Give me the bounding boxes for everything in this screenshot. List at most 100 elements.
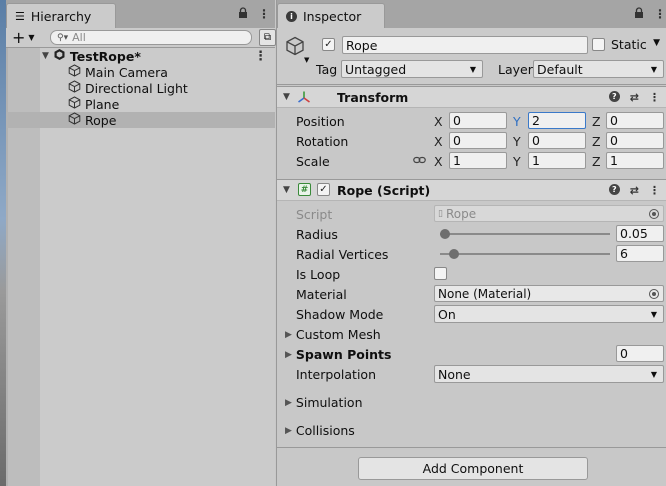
hierarchy-panel: ☰ Hierarchy ⋮ + ▼ ⚲▾ ⧉ ▼ TestRope* ⋮ xyxy=(0,0,276,486)
material-value: None (Material) xyxy=(438,286,532,301)
hierarchy-item-main-camera[interactable]: Main Camera xyxy=(6,64,275,80)
interpolation-label: Interpolation xyxy=(296,367,376,382)
object-picker-icon[interactable] xyxy=(649,288,659,299)
radius-slider-knob[interactable] xyxy=(440,229,451,239)
rotation-z-field[interactable]: 0 xyxy=(606,132,664,149)
static-toggle[interactable]: Static xyxy=(592,37,647,52)
gameobject-cube-icon xyxy=(68,64,81,80)
add-component-button[interactable]: Add Component xyxy=(358,457,588,480)
spawn-points-foldout[interactable]: ▶ Spawn Points xyxy=(285,347,391,362)
kebab-menu-icon[interactable]: ⋮ xyxy=(654,7,666,21)
collisions-foldout[interactable]: ▶ Collisions xyxy=(285,423,355,438)
scale-x-field[interactable]: 1 xyxy=(449,152,507,169)
script-label: Script xyxy=(296,207,333,222)
axis-x-label[interactable]: X xyxy=(434,114,443,129)
rope-script-title: Rope (Script) xyxy=(337,182,431,198)
hierarchy-item-rope[interactable]: Rope xyxy=(6,112,275,128)
component-enabled-checkbox[interactable]: ✓ xyxy=(317,183,330,196)
kebab-menu-icon[interactable]: ⋮ xyxy=(649,91,660,104)
component-divider xyxy=(277,447,666,448)
search-input[interactable] xyxy=(72,31,243,44)
radial-vertices-field[interactable]: 6 xyxy=(616,245,664,262)
rotation-x-field[interactable]: 0 xyxy=(449,132,507,149)
chevron-down-icon: ▼ xyxy=(650,309,657,319)
gameobject-header: ▼ ✓ Rope Static ▼ Tag Untagged ▼ Layer D… xyxy=(277,28,666,85)
tab-hierarchy[interactable]: ☰ Hierarchy xyxy=(6,3,116,28)
fold-triangle-icon[interactable]: ▶ xyxy=(285,330,292,340)
help-icon[interactable]: ? xyxy=(608,90,620,102)
presets-icon[interactable]: ⇄ xyxy=(630,184,639,197)
static-dropdown-icon[interactable]: ▼ xyxy=(653,38,660,48)
hierarchy-item-label: Main Camera xyxy=(85,64,168,80)
material-field[interactable]: None (Material) xyxy=(434,285,664,302)
object-name-field[interactable]: Rope xyxy=(342,36,588,54)
chevron-down-icon[interactable]: ▼ xyxy=(304,56,309,64)
interpolation-value: None xyxy=(438,366,471,382)
lock-icon[interactable] xyxy=(238,7,248,21)
presets-icon[interactable]: ⇄ xyxy=(630,91,639,104)
radius-field[interactable]: 0.05 xyxy=(616,225,664,242)
axis-y-label[interactable]: Y xyxy=(513,154,521,169)
help-icon[interactable]: ? xyxy=(608,183,620,195)
position-y-field[interactable]: 2 xyxy=(528,112,586,129)
kebab-menu-icon[interactable]: ⋮ xyxy=(258,7,270,21)
position-z-field[interactable]: 0 xyxy=(606,112,664,129)
static-checkbox[interactable] xyxy=(592,38,605,51)
kebab-menu-icon[interactable]: ⋮ xyxy=(649,184,660,197)
scene-menu-icon[interactable]: ⋮ xyxy=(254,49,267,64)
gameobject-icon[interactable] xyxy=(285,36,305,59)
fold-triangle-icon[interactable]: ▼ xyxy=(283,185,290,195)
axis-x-label[interactable]: X xyxy=(434,154,443,169)
active-checkbox[interactable]: ✓ xyxy=(322,38,335,51)
simulation-foldout[interactable]: ▶ Simulation xyxy=(285,395,363,410)
transform-header[interactable]: ▼ Transform ? ⇄ ⋮ xyxy=(277,86,666,108)
shadow-mode-dropdown[interactable]: On ▼ xyxy=(434,305,664,323)
create-button[interactable]: + ▼ xyxy=(6,28,42,47)
hierarchy-item-plane[interactable]: Plane xyxy=(6,96,275,112)
scale-z-field[interactable]: 1 xyxy=(606,152,664,169)
is-loop-label: Is Loop xyxy=(296,267,341,282)
lock-icon[interactable] xyxy=(634,7,644,21)
fold-triangle-icon[interactable]: ▶ xyxy=(285,398,292,408)
hierarchy-item-directional-light[interactable]: Directional Light xyxy=(6,80,275,96)
tab-inspector[interactable]: i Inspector xyxy=(277,3,385,28)
axis-z-label[interactable]: Z xyxy=(592,114,601,129)
axis-z-label[interactable]: Z xyxy=(592,134,601,149)
fold-triangle-icon[interactable]: ▶ xyxy=(285,426,292,436)
radial-vertices-slider-knob[interactable] xyxy=(448,249,459,259)
expand-triangle-icon[interactable]: ▼ xyxy=(42,51,49,61)
spawn-points-count-field[interactable]: 0 xyxy=(616,345,664,362)
fold-triangle-icon[interactable]: ▼ xyxy=(283,92,290,102)
is-loop-checkbox[interactable] xyxy=(434,267,447,280)
scene-filter-button[interactable]: ⧉ xyxy=(259,29,276,46)
fold-triangle-icon[interactable]: ▶ xyxy=(285,350,292,360)
scale-y-field[interactable]: 1 xyxy=(528,152,586,169)
axis-y-label[interactable]: Y xyxy=(513,114,521,129)
position-x-field[interactable]: 0 xyxy=(449,112,507,129)
radius-slider-track[interactable] xyxy=(440,233,610,235)
hierarchy-item-label: Rope xyxy=(85,112,117,128)
unity-scene-icon xyxy=(53,48,66,64)
constrain-proportions-link-icon[interactable] xyxy=(413,154,426,168)
gameobject-cube-icon xyxy=(68,80,81,96)
search-icon: ⚲▾ xyxy=(57,32,69,43)
tag-dropdown[interactable]: Untagged ▼ xyxy=(341,60,483,78)
axis-x-label[interactable]: X xyxy=(434,134,443,149)
scene-row[interactable]: ▼ TestRope* ⋮ xyxy=(6,48,275,64)
rope-script-header[interactable]: ▼ # ✓ Rope (Script) ? ⇄ ⋮ xyxy=(277,179,666,201)
object-picker-icon xyxy=(649,208,659,219)
custom-mesh-foldout[interactable]: ▶ Custom Mesh xyxy=(285,327,381,342)
layer-dropdown[interactable]: Default ▼ xyxy=(533,60,664,78)
simulation-label: Simulation xyxy=(295,395,363,410)
radial-vertices-slider-track[interactable] xyxy=(440,253,610,255)
rotation-y-field[interactable]: 0 xyxy=(528,132,586,149)
hierarchy-search[interactable]: ⚲▾ xyxy=(50,30,252,45)
shadow-mode-value: On xyxy=(438,306,456,322)
interpolation-dropdown[interactable]: None ▼ xyxy=(434,365,664,383)
inspector-panel: i Inspector ⋮ ▼ ✓ Rope Static ▼ Tag Unta… xyxy=(276,0,666,486)
transform-axes-icon xyxy=(297,90,311,107)
axis-y-label[interactable]: Y xyxy=(513,134,521,149)
filter-icon: ⧉ xyxy=(263,32,272,43)
hierarchy-tabbar: ☰ Hierarchy ⋮ xyxy=(6,0,275,28)
axis-z-label[interactable]: Z xyxy=(592,154,601,169)
